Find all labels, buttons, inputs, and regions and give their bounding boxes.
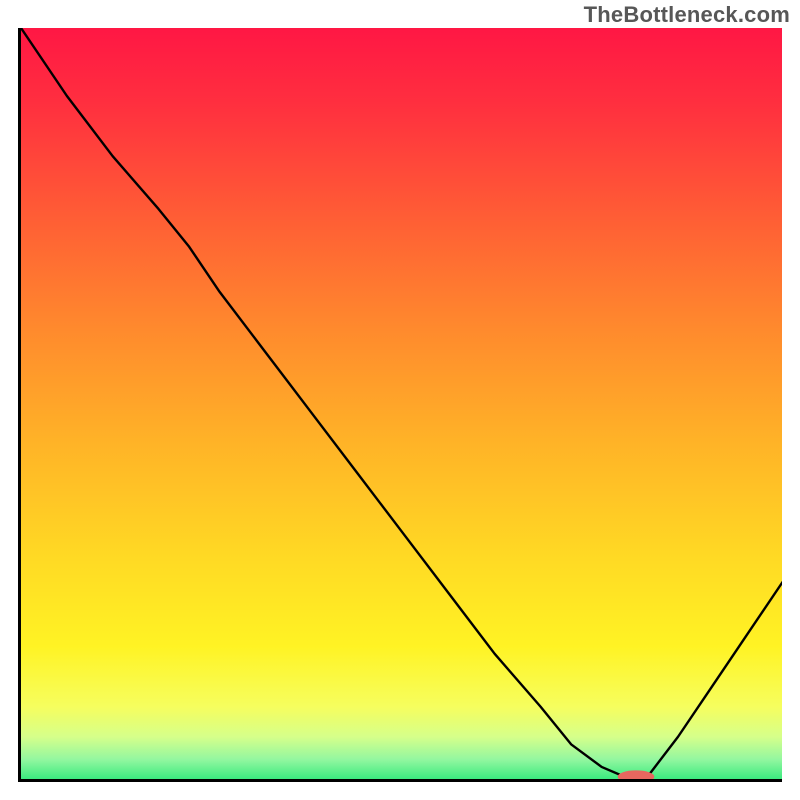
- plot-svg: [21, 28, 782, 782]
- chart-container: TheBottleneck.com: [0, 0, 800, 800]
- heat-background: [21, 28, 782, 782]
- watermark-text: TheBottleneck.com: [584, 2, 790, 28]
- plot-frame: [18, 28, 782, 782]
